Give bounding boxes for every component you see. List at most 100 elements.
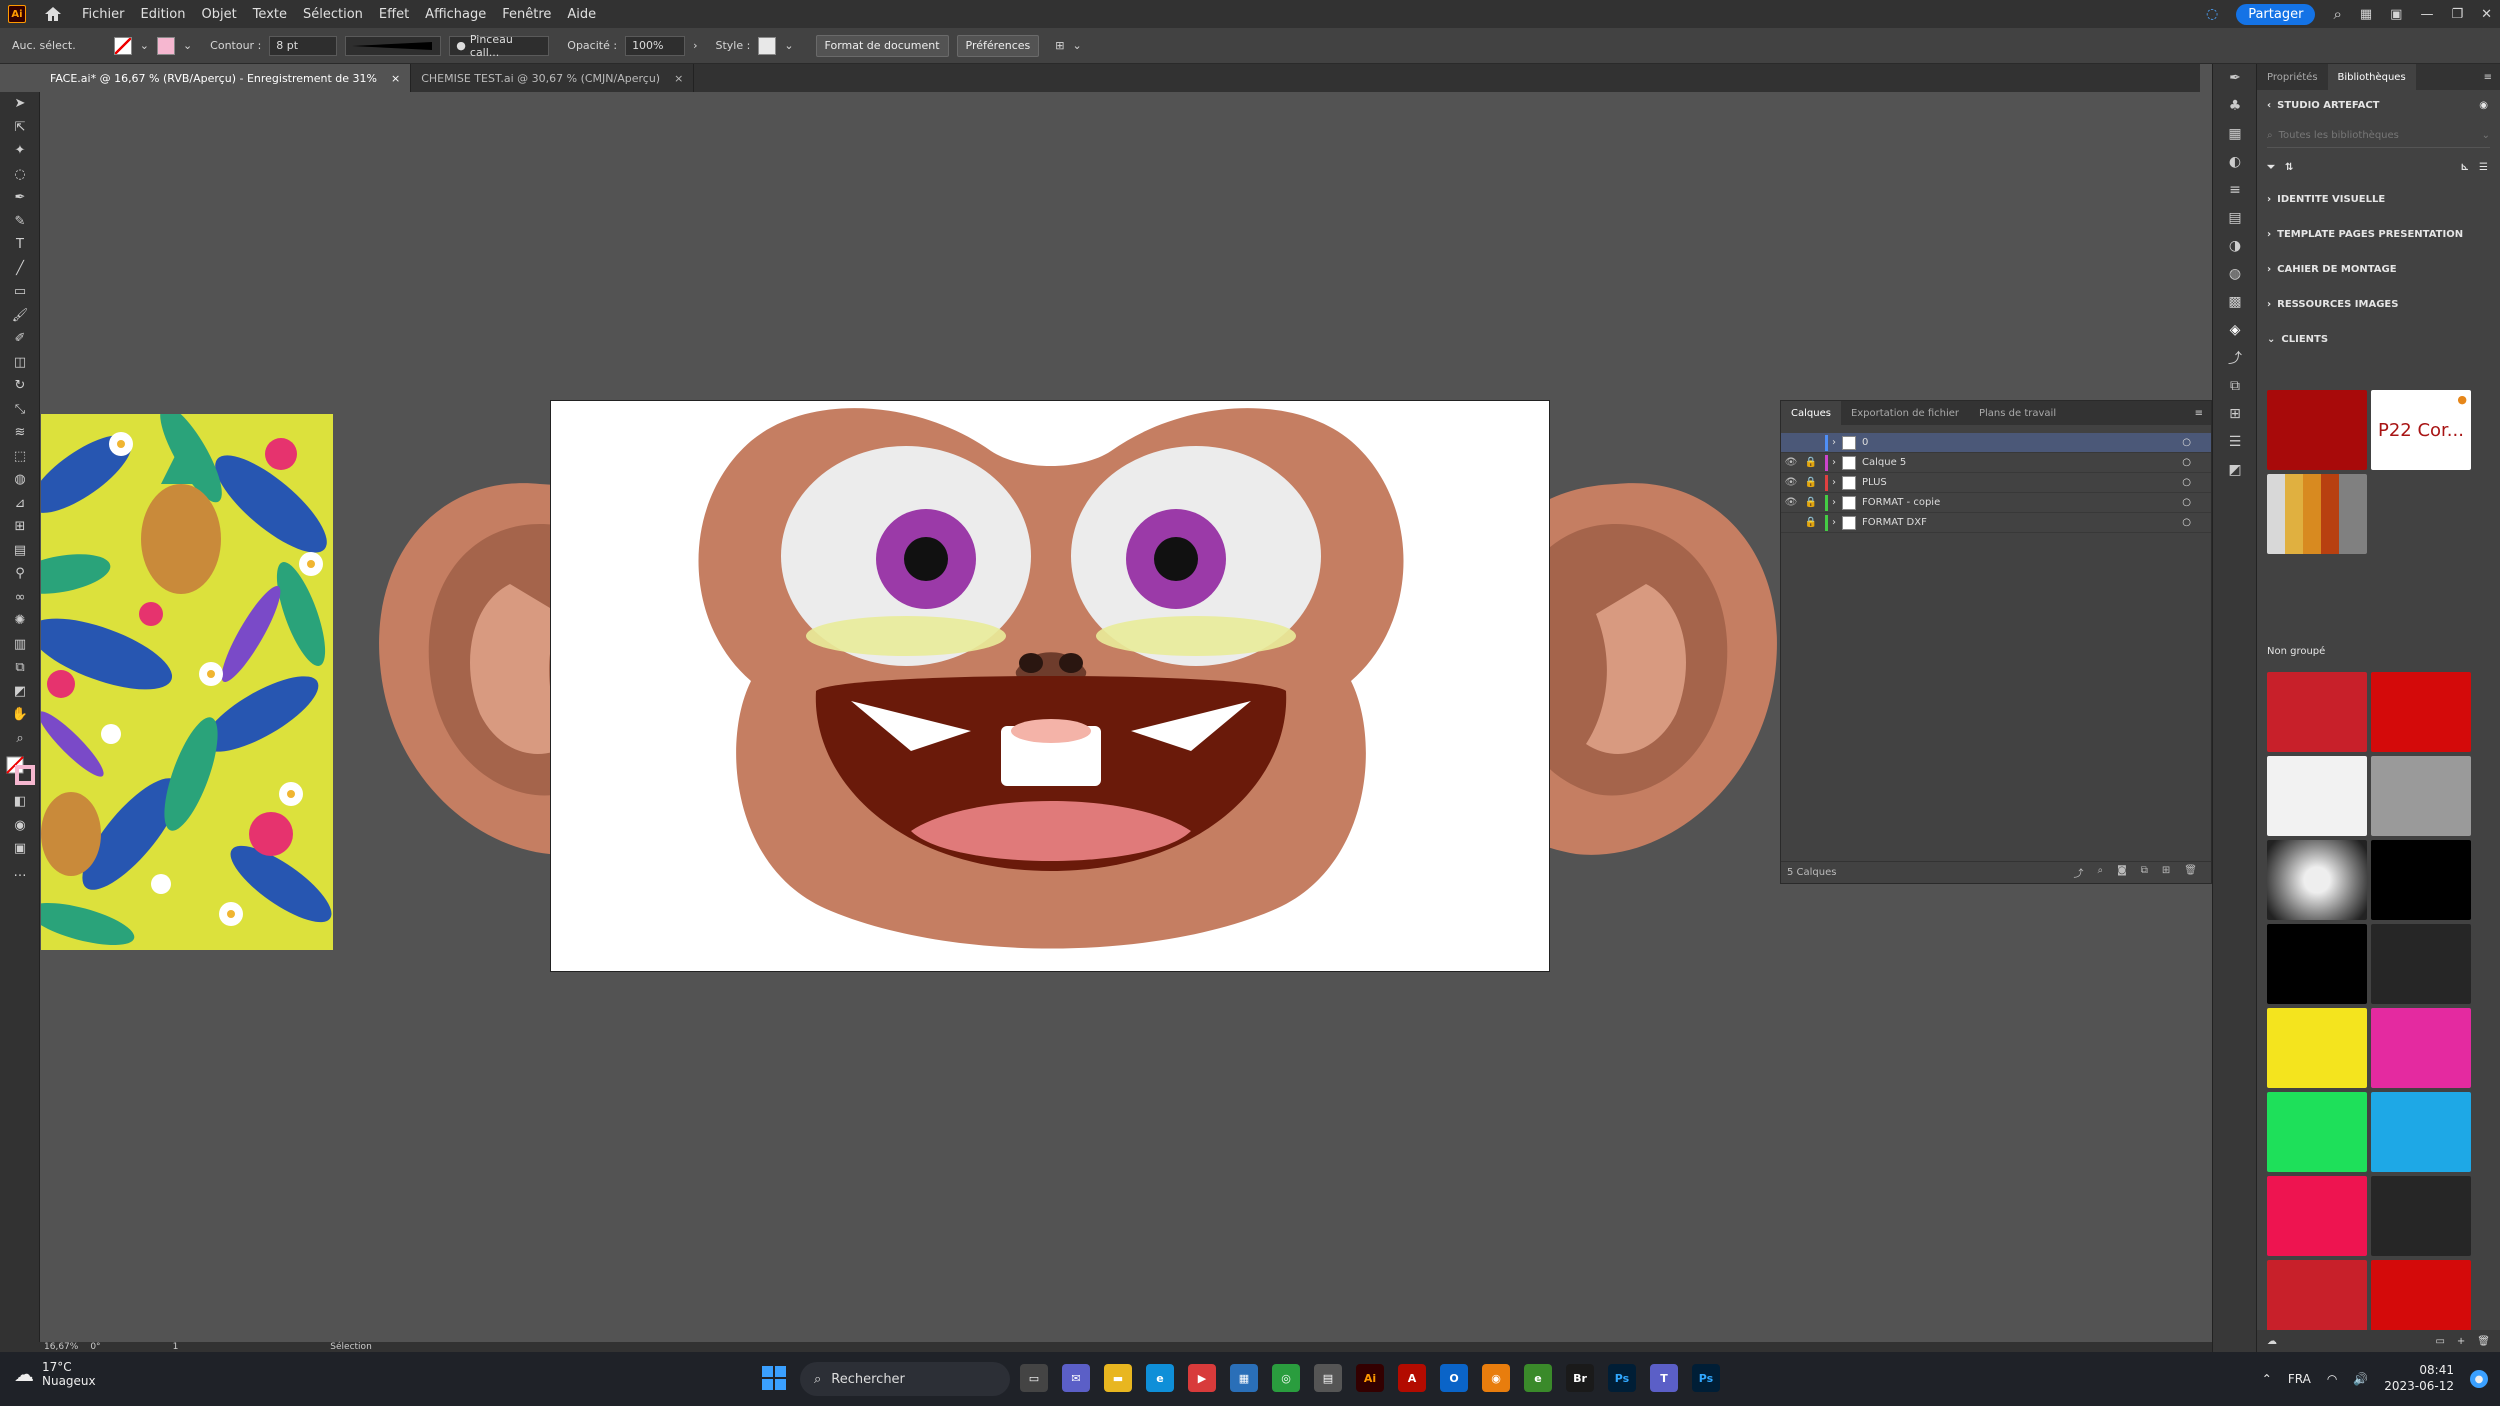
shape-builder-icon[interactable]: ◍ bbox=[0, 468, 40, 492]
current-tool[interactable]: Sélection bbox=[330, 1342, 371, 1352]
section-identite-visuelle[interactable]: › IDENTITE VISUELLE bbox=[2257, 182, 2500, 217]
cloud-icon[interactable]: ☁ bbox=[2267, 1336, 2277, 1347]
menu-fenetre[interactable]: Fenêtre bbox=[502, 7, 551, 22]
artboard-tool-icon[interactable]: ⧉ bbox=[0, 656, 40, 680]
perspective-grid-icon[interactable]: ⊿ bbox=[0, 492, 40, 516]
color-icon[interactable]: ◍ bbox=[2213, 260, 2257, 288]
minimize-icon[interactable]: — bbox=[2420, 7, 2433, 22]
swatch-11[interactable] bbox=[2267, 1092, 2367, 1172]
locate-object-icon[interactable]: ⌕ bbox=[2097, 865, 2103, 880]
swatch-8[interactable] bbox=[2371, 924, 2471, 1004]
eraser-icon[interactable]: ◫ bbox=[0, 351, 40, 375]
restore-icon[interactable]: ❐ bbox=[2451, 7, 2463, 22]
zoom-tool-icon[interactable]: ⌕ bbox=[0, 727, 40, 751]
symbol-sprayer-icon[interactable]: ✺ bbox=[0, 609, 40, 633]
swatch-2[interactable] bbox=[2371, 672, 2471, 752]
chevron-right-icon[interactable]: › bbox=[693, 39, 697, 52]
swatch-9[interactable] bbox=[2267, 1008, 2367, 1088]
target-icon[interactable]: ○ bbox=[2182, 477, 2211, 488]
swatch-10[interactable] bbox=[2371, 1008, 2471, 1088]
illustrator-taskbar-icon[interactable]: Ai bbox=[1356, 1364, 1384, 1392]
curvature-tool-icon[interactable]: ✎ bbox=[0, 210, 40, 234]
swatch-7[interactable] bbox=[2267, 924, 2367, 1004]
color-mode-icon[interactable]: ◧ bbox=[0, 790, 40, 814]
tab-plans-de-travail[interactable]: Plans de travail bbox=[1969, 401, 2066, 425]
filter-icon[interactable]: ⏷ bbox=[2267, 162, 2275, 173]
width-tool-icon[interactable]: ≋ bbox=[0, 421, 40, 445]
swatch-document-thumb[interactable] bbox=[2267, 756, 2367, 836]
lock-icon[interactable]: 🔒 bbox=[1801, 477, 1821, 488]
menu-selection[interactable]: Sélection bbox=[303, 7, 363, 22]
layer-name[interactable]: FORMAT - copie bbox=[1862, 497, 1940, 508]
swatch-12[interactable] bbox=[2371, 1092, 2471, 1172]
tab-proprietes[interactable]: Propriétés bbox=[2257, 64, 2328, 90]
eye-icon[interactable]: 👁 bbox=[1781, 477, 1801, 488]
stroke-profile-select[interactable] bbox=[345, 35, 442, 56]
stroke-weight-field[interactable]: 8 pt bbox=[269, 35, 338, 56]
workspace-icon[interactable]: ▦ bbox=[2360, 7, 2372, 22]
menu-fichier[interactable]: Fichier bbox=[82, 7, 125, 22]
layer-row-format-copie[interactable]: 👁 🔒 › FORMAT - copie ○ bbox=[1781, 493, 2211, 513]
app-red-icon[interactable]: ▶ bbox=[1188, 1364, 1216, 1392]
more-tools-icon[interactable]: … bbox=[0, 861, 40, 885]
photos-icon[interactable]: ▦ bbox=[1230, 1364, 1258, 1392]
chrome-icon[interactable]: ◎ bbox=[1272, 1364, 1300, 1392]
fill-swatch[interactable] bbox=[113, 36, 132, 55]
teams-chat-icon[interactable]: ✉ bbox=[1062, 1364, 1090, 1392]
blob-brush-icon[interactable]: ✐ bbox=[0, 327, 40, 351]
lock-icon[interactable]: 🔒 bbox=[1801, 497, 1821, 508]
menu-edition[interactable]: Edition bbox=[141, 7, 186, 22]
panel-menu-icon[interactable]: ≡ bbox=[2195, 408, 2211, 419]
style-swatch[interactable] bbox=[758, 36, 777, 55]
zoom-level[interactable]: 16,67% bbox=[44, 1342, 78, 1352]
menu-texte[interactable]: Texte bbox=[253, 7, 287, 22]
graphic-styles-icon[interactable]: ▦ bbox=[2213, 120, 2257, 148]
task-view-icon[interactable]: ▭ bbox=[1020, 1364, 1048, 1392]
gradient-icon[interactable]: ▤ bbox=[2213, 204, 2257, 232]
expand-icon[interactable]: › bbox=[1832, 477, 1836, 488]
photoshop-2-icon[interactable]: Ps bbox=[1692, 1364, 1720, 1392]
photoshop-icon[interactable]: Ps bbox=[1608, 1364, 1636, 1392]
appearance-icon[interactable]: ◐ bbox=[2213, 148, 2257, 176]
acrobat-icon[interactable]: A bbox=[1398, 1364, 1426, 1392]
brushes-icon[interactable]: ✒ bbox=[2213, 64, 2257, 92]
selection-tool-icon[interactable]: ➤ bbox=[0, 92, 40, 116]
fill-stroke-icon[interactable] bbox=[0, 750, 40, 790]
align-icon[interactable]: ☰ bbox=[2213, 428, 2257, 456]
group-icon[interactable]: ⊾ bbox=[2461, 162, 2469, 173]
chevron-down-icon[interactable]: ⌄ bbox=[183, 39, 192, 52]
stroke-icon[interactable]: ≡ bbox=[2213, 176, 2257, 204]
menu-aide[interactable]: Aide bbox=[567, 7, 596, 22]
sort-icon[interactable]: ⇅ bbox=[2285, 162, 2293, 173]
lasso-icon[interactable]: ◌ bbox=[0, 163, 40, 187]
layers-icon[interactable]: ◈ bbox=[2213, 316, 2257, 344]
swatch-4[interactable] bbox=[2371, 756, 2471, 836]
pen-tool-icon[interactable]: ✒ bbox=[0, 186, 40, 210]
swatches-icon[interactable]: ▩ bbox=[2213, 288, 2257, 316]
expand-icon[interactable]: › bbox=[1832, 497, 1836, 508]
app-green-icon[interactable]: e bbox=[1524, 1364, 1552, 1392]
search-icon[interactable]: ⌕ bbox=[2333, 5, 2341, 23]
gradient-tool-icon[interactable]: ▤ bbox=[0, 539, 40, 563]
asset-export-icon[interactable]: ⤴ bbox=[2213, 344, 2257, 372]
swatch-6[interactable] bbox=[2371, 840, 2471, 920]
pathfinder-icon[interactable]: ◩ bbox=[2213, 456, 2257, 484]
menu-affichage[interactable]: Affichage bbox=[425, 7, 486, 22]
layer-name[interactable]: Calque 5 bbox=[1862, 457, 1906, 468]
direct-selection-tool-icon[interactable]: ⇱ bbox=[0, 116, 40, 140]
taskbar-search-input[interactable]: Rechercher bbox=[831, 1372, 905, 1387]
blender-icon[interactable]: ◉ bbox=[1482, 1364, 1510, 1392]
panel-menu-icon[interactable]: ≡ bbox=[2484, 72, 2500, 83]
bridge-icon[interactable]: Br bbox=[1566, 1364, 1594, 1392]
new-layer-icon[interactable]: ⊞ bbox=[2162, 865, 2170, 880]
chevron-left-icon[interactable]: ‹ bbox=[2267, 100, 2271, 111]
section-cahier-montage[interactable]: › CAHIER DE MONTAGE bbox=[2257, 252, 2500, 287]
client-swatch-red[interactable] bbox=[2267, 390, 2367, 470]
magic-wand-icon[interactable]: ✦ bbox=[0, 139, 40, 163]
rectangle-tool-icon[interactable]: ▭ bbox=[0, 280, 40, 304]
volume-icon[interactable]: 🔊 bbox=[2353, 1372, 2368, 1386]
paintbrush-icon[interactable]: 🖌 bbox=[0, 304, 40, 328]
library-search-input[interactable]: Toutes les bibliothèques bbox=[2279, 130, 2399, 141]
windows-start-icon[interactable] bbox=[762, 1366, 786, 1390]
swatch-1[interactable] bbox=[2267, 672, 2367, 752]
